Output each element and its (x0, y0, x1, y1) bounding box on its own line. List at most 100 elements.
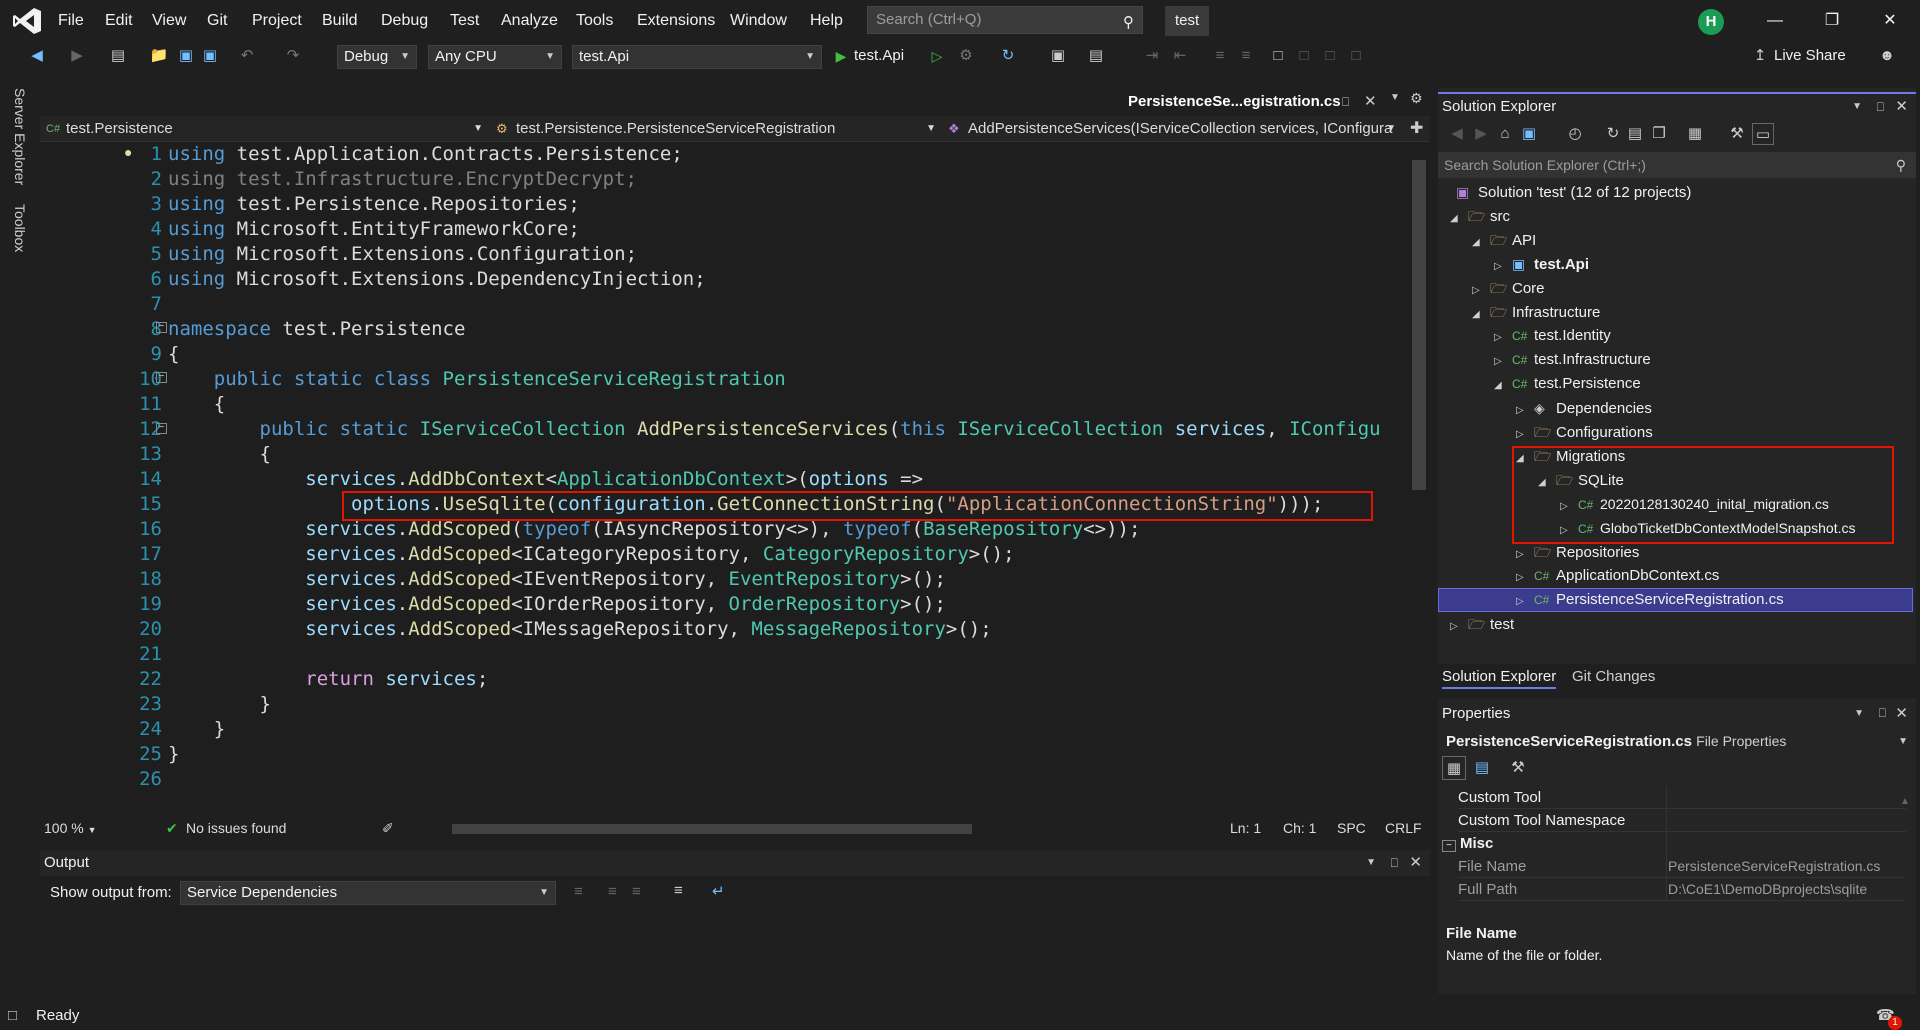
menu-build[interactable]: Build (318, 0, 362, 42)
chevron-collapsed-icon[interactable]: ▷ (1494, 350, 1512, 374)
attach-icon[interactable]: ⚙ (956, 45, 976, 67)
tree-item-test-identity[interactable]: ▷ C# test.Identity (1494, 324, 1611, 348)
chevron-down-icon[interactable]: ▼ (1854, 702, 1864, 725)
pin-icon[interactable]: ⎕ (1342, 90, 1349, 114)
tab-list-chevron-icon[interactable]: ▼ (1390, 92, 1406, 103)
chevron-collapsed-icon[interactable]: ▷ (1494, 326, 1512, 350)
toolbox-tab[interactable]: Toolbox (12, 204, 28, 252)
tab-solution-explorer[interactable]: Solution Explorer (1442, 668, 1557, 689)
tree-item-test-folder[interactable]: ▷ 🗁 test (1450, 612, 1514, 636)
tree-item-test-api[interactable]: ▷ ▣ test.Api (1494, 252, 1589, 276)
collapse-category-icon[interactable]: − (1442, 840, 1456, 852)
zoom-select[interactable]: 100 % ▼ (44, 820, 97, 836)
solution-configuration-select[interactable]: Debug ▼ (337, 45, 417, 69)
undo-icon[interactable]: ↶ (236, 45, 258, 67)
property-category-misc[interactable]: − Misc (1442, 832, 1906, 855)
step-over-icon[interactable]: ⇤ (1170, 45, 1190, 67)
live-share-button[interactable]: Live Share (1774, 45, 1864, 67)
menu-test[interactable]: Test (446, 0, 483, 42)
issues-status[interactable]: No issues found (186, 820, 286, 836)
close-icon[interactable]: ✕ (1895, 94, 1908, 120)
prev-message-icon[interactable]: ≡ (608, 883, 617, 900)
uncomment-icon[interactable]: ≡ (1236, 45, 1256, 67)
clear-all-icon[interactable]: ≡ (674, 882, 683, 899)
start-without-debugging-icon[interactable]: ▷ (928, 45, 946, 67)
switch-views-icon[interactable]: ▣ (1520, 123, 1538, 145)
pin-icon[interactable]: ⎕ (1879, 702, 1886, 725)
menu-tools[interactable]: Tools (572, 0, 617, 42)
start-button-label[interactable]: test.Api (854, 45, 914, 67)
start-debugging-icon[interactable]: ▶ (832, 45, 850, 67)
layout-icon[interactable]: ▤ (1086, 45, 1106, 67)
nav-project-select[interactable]: C# test.Persistence ▼ (44, 118, 489, 140)
menu-git[interactable]: Git (203, 0, 231, 42)
categorized-view-icon[interactable]: ▦ (1442, 756, 1466, 780)
editor-horizontal-scroll-thumb[interactable] (452, 824, 972, 834)
collapse-class-icon[interactable]: − (156, 372, 167, 383)
property-pages-icon[interactable]: ⚒ (1506, 756, 1530, 780)
find-message-icon[interactable]: ≡ (574, 883, 583, 900)
close-icon[interactable]: ✕ (1870, 6, 1910, 36)
back-icon[interactable]: ◀ (1448, 123, 1466, 145)
close-icon[interactable]: ✕ (1409, 850, 1422, 876)
alphabetical-view-icon[interactable]: ▤ (1470, 756, 1494, 780)
pending-changes-filter-icon[interactable]: ◴ (1566, 123, 1584, 145)
chevron-collapsed-icon[interactable]: ▷ (1516, 566, 1534, 590)
properties-scrollbar[interactable]: ▲ (1900, 790, 1914, 910)
chevron-collapsed-icon[interactable]: ▷ (1516, 590, 1534, 614)
show-all-files-icon[interactable]: ❐ (1650, 123, 1668, 145)
menu-analyze[interactable]: Analyze (497, 0, 562, 42)
property-row[interactable]: Custom Tool Namespace (1458, 809, 1906, 832)
live-share-icon[interactable]: ↥ (1750, 45, 1770, 67)
brush-icon[interactable]: ✐ (382, 820, 394, 837)
tree-item-src[interactable]: ◢ 🗁 src (1450, 204, 1510, 228)
lightbulb-icon[interactable]: ● (124, 144, 132, 160)
minimize-icon[interactable]: — (1755, 6, 1795, 36)
redo-icon[interactable]: ↷ (282, 45, 304, 67)
split-editor-icon[interactable]: ✚ (1410, 118, 1423, 138)
new-project-icon[interactable]: ▤ (106, 45, 130, 67)
property-row[interactable]: File Name PersistenceServiceRegistration.… (1458, 855, 1904, 878)
tree-item-api[interactable]: ◢ 🗁 API (1472, 228, 1536, 252)
nav-member-select[interactable]: ❖ AddPersistenceServices(IServiceCollect… (946, 118, 1402, 140)
tree-item-test-persistence[interactable]: ◢ C# test.Persistence (1494, 372, 1641, 396)
line-ending-indicator[interactable]: CRLF (1385, 820, 1422, 836)
menu-file[interactable]: File (54, 0, 88, 42)
collapse-namespace-icon[interactable]: − (156, 322, 167, 333)
property-row[interactable]: Full Path D:\CoE1\DemoDBprojects\sqlite (1458, 878, 1904, 901)
pin-icon[interactable]: ⎕ (1877, 94, 1884, 120)
output-source-select[interactable]: Service Dependencies ▼ (180, 881, 556, 905)
whitespace-indicator[interactable]: SPC (1337, 820, 1366, 836)
editor-settings-gear-icon[interactable]: ⚙ (1410, 90, 1428, 107)
next-message-icon[interactable]: ≡ (632, 883, 641, 900)
sync-icon[interactable]: ↻ (1604, 123, 1622, 145)
bookmark-icon[interactable]: □ (1270, 45, 1286, 67)
close-tab-icon[interactable]: ✕ (1364, 90, 1377, 114)
chevron-expanded-icon[interactable]: ◢ (1450, 207, 1468, 231)
feedback-icon[interactable]: ☻ (1876, 45, 1898, 67)
next-bookmark-icon[interactable]: □ (1322, 45, 1338, 67)
save-all-icon[interactable]: ▣ (200, 45, 220, 67)
browse-icon[interactable]: ▣ (1048, 45, 1068, 67)
collapse-all-icon[interactable]: ▤ (1626, 123, 1644, 145)
editor-scroll-thumb[interactable] (1412, 160, 1426, 490)
property-row[interactable]: Custom Tool (1458, 786, 1906, 809)
solution-explorer-search-input[interactable]: Search Solution Explorer (Ctrl+;) ⚲ (1438, 152, 1916, 178)
tree-item-persistence-service-registration[interactable]: ▷ C# PersistenceServiceRegistration.cs (1516, 588, 1784, 612)
chevron-down-icon[interactable]: ▼ (1852, 94, 1862, 120)
tree-item-infrastructure[interactable]: ◢ 🗁 Infrastructure (1472, 300, 1600, 324)
menu-help[interactable]: Help (806, 0, 847, 42)
close-icon[interactable]: ✕ (1895, 702, 1908, 725)
tree-item-configurations[interactable]: ▷ 🗁 Configurations (1516, 420, 1653, 444)
step-icon[interactable]: ⇥ (1142, 45, 1162, 67)
open-folder-icon[interactable]: 📁 (148, 45, 170, 67)
tree-item-application-db-context[interactable]: ▷ C# ApplicationDbContext.cs (1516, 564, 1719, 588)
startup-project-select[interactable]: test.Api ▼ (572, 45, 822, 69)
tab-git-changes[interactable]: Git Changes (1572, 668, 1655, 685)
word-wrap-icon[interactable]: ↵ (712, 882, 725, 900)
menu-edit[interactable]: Edit (101, 0, 137, 42)
collapse-method-icon[interactable]: − (156, 423, 167, 434)
prev-bookmark-icon[interactable]: □ (1296, 45, 1312, 67)
menu-view[interactable]: View (148, 0, 190, 42)
code-text-area[interactable]: using test.Application.Contracts.Persist… (168, 142, 1408, 782)
